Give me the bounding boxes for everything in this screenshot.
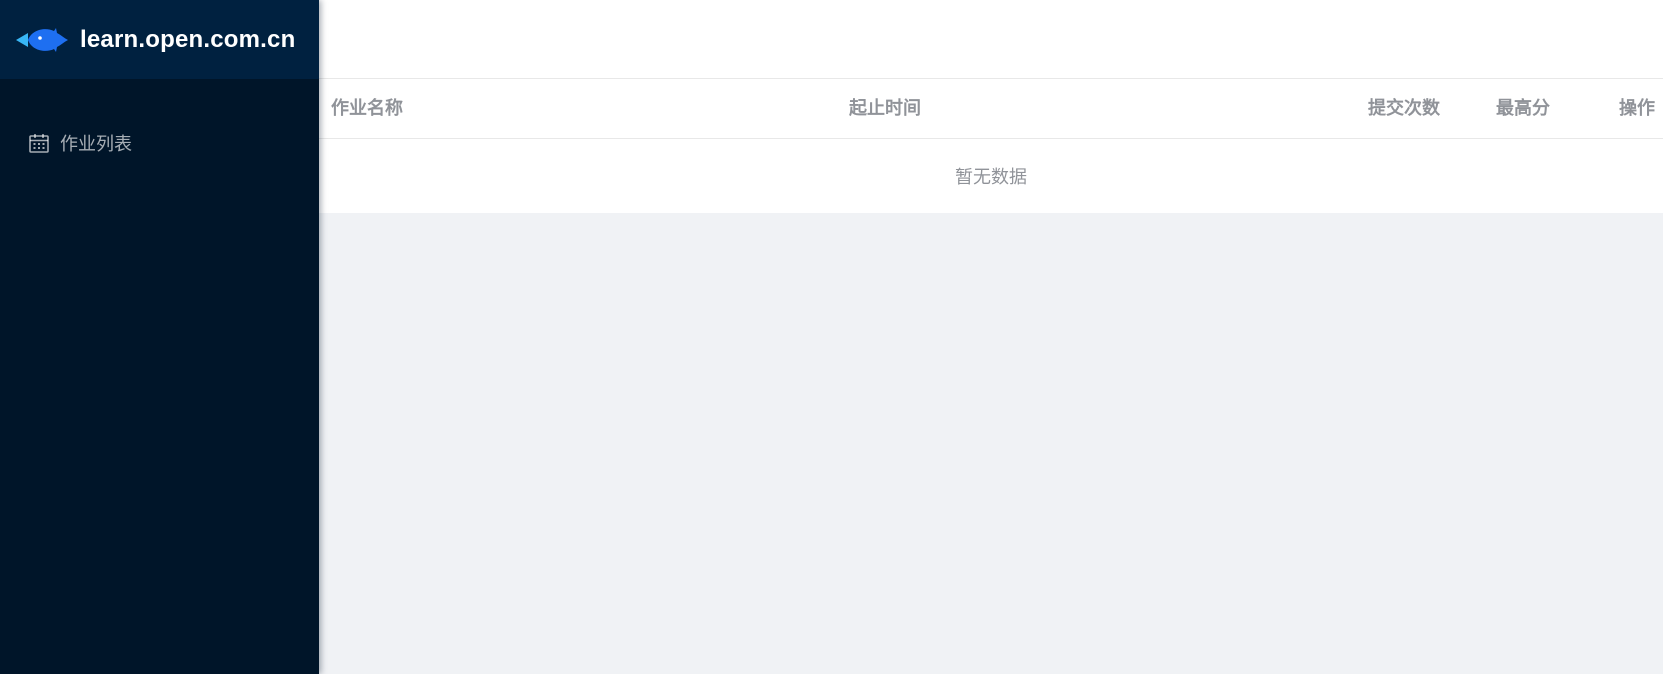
fish-logo-icon <box>16 27 68 52</box>
assignment-table: 作业名称 起止时间 提交次数 最高分 操作 暂无数据 <box>319 79 1663 213</box>
brand-title: learn.open.com.cn <box>80 25 296 53</box>
calendar-icon <box>28 132 50 154</box>
empty-text: 暂无数据 <box>955 167 1027 188</box>
column-header-name: 作业名称 <box>331 98 403 119</box>
column-header-time-range: 起止时间 <box>849 98 921 119</box>
app-root: learn.open.com.cn 作业列表 作业名称 起止时间 提交次数 最高… <box>0 0 1663 674</box>
table-empty-state: 暂无数据 <box>319 139 1663 213</box>
column-header-submit-count: 提交次数 <box>1368 98 1440 119</box>
sidebar-item-label: 作业列表 <box>60 134 132 155</box>
brand-header[interactable]: learn.open.com.cn <box>0 0 319 79</box>
column-header-actions: 操作 <box>1619 98 1655 119</box>
top-header-bar <box>319 0 1663 79</box>
sidebar-menu: 作业列表 <box>0 79 319 165</box>
sidebar: learn.open.com.cn 作业列表 <box>0 0 319 674</box>
main-content: 作业名称 起止时间 提交次数 最高分 操作 暂无数据 <box>319 0 1663 674</box>
column-header-highest-score: 最高分 <box>1496 98 1550 119</box>
sidebar-item-assignment-list[interactable]: 作业列表 <box>0 121 319 165</box>
table-header: 作业名称 起止时间 提交次数 最高分 操作 <box>319 79 1663 139</box>
